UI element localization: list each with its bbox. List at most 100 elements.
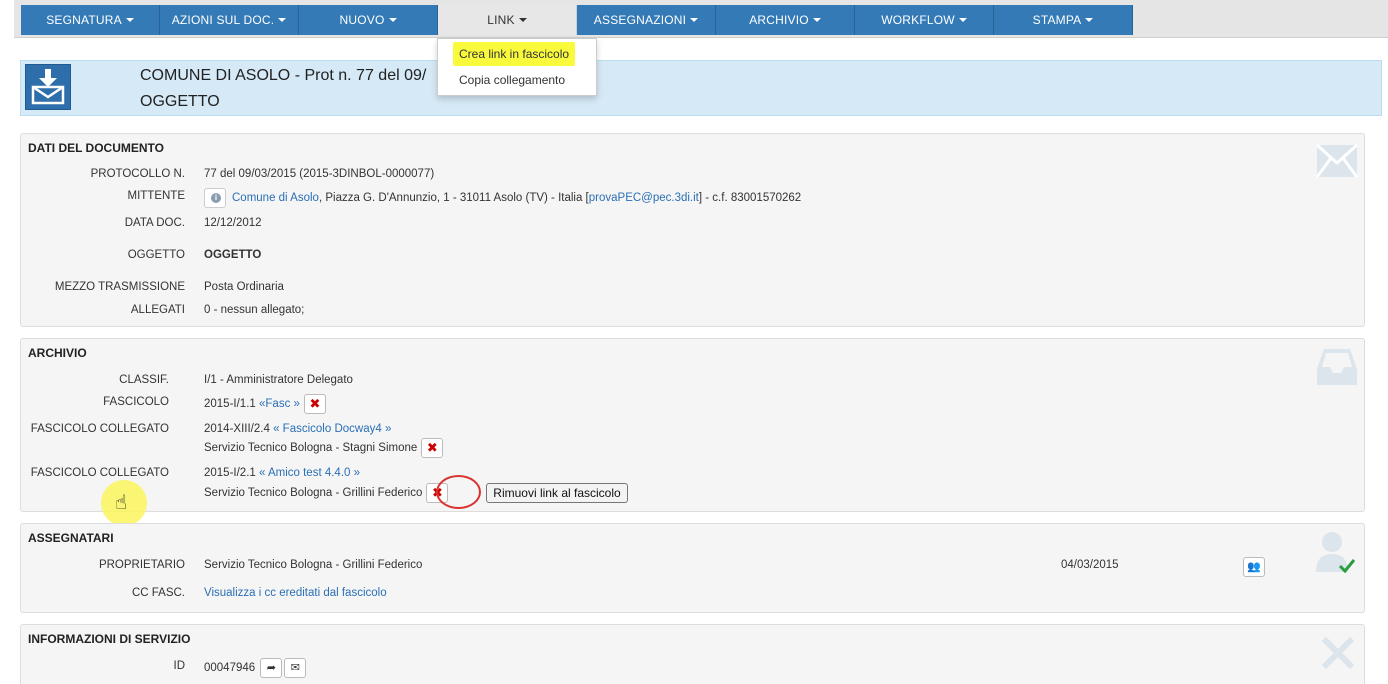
nav-azioni[interactable]: AZIONI SUL DOC. xyxy=(160,5,299,35)
value-collegato-1: 2014-XIII/2.4 « Fascicolo Docway4 » xyxy=(204,423,391,435)
caret-down-icon xyxy=(518,18,527,22)
panel-title: INFORMAZIONI DI SERVIZIO xyxy=(28,632,191,646)
inbox-download-icon xyxy=(25,64,71,110)
nav-segnatura[interactable]: SEGNATURA xyxy=(21,5,160,35)
nav-label: ARCHIVIO xyxy=(749,13,809,27)
value-data-doc: 12/12/2012 xyxy=(204,217,262,229)
link-collegato-1[interactable]: Fascicolo Docway4 xyxy=(283,423,382,435)
caret-down-icon xyxy=(690,18,699,22)
value-oggetto: OGGETTO xyxy=(204,249,262,261)
inbox-tray-icon xyxy=(1316,347,1358,390)
main-nav: SEGNATURA AZIONI SUL DOC. NUOVO LINK ASS… xyxy=(21,5,1133,35)
link-cc-ereditati[interactable]: Visualizza i cc ereditati dal fascicolo xyxy=(204,587,387,599)
label-protocollo: PROTOCOLLO N. xyxy=(90,168,185,180)
caret-down-icon xyxy=(125,18,134,22)
user-check-icon xyxy=(1314,530,1358,577)
page-subtitle: OGGETTO xyxy=(140,93,220,110)
label-fascicolo: FASCICOLO xyxy=(103,396,169,408)
link-pec[interactable]: provaPEC@pec.3di.it xyxy=(589,192,699,204)
value-classif: I/1 - Amministratore Delegato xyxy=(204,374,353,386)
caret-down-icon xyxy=(1085,18,1094,22)
group-users-button[interactable]: 👥 xyxy=(1241,557,1265,577)
value-fascicolo: 2015-I/1.1 «Fasc » ✖ xyxy=(204,394,326,414)
panel-assegnatari: ASSEGNATARI PROPRIETARIO Servizio Tecnic… xyxy=(20,523,1365,613)
value-mittente: i Comune di Asolo, Piazza G. D'Annunzio, … xyxy=(204,188,801,208)
panel-title: ARCHIVIO xyxy=(28,346,87,360)
link-bracket: « xyxy=(273,423,280,435)
link-bracket: » xyxy=(353,467,361,479)
nav-label: AZIONI SUL DOC. xyxy=(171,13,275,27)
value-collegato-2: 2015-I/2.1 « Amico test 4.4.0 » xyxy=(204,467,360,479)
collegato-owner: Servizio Tecnico Bologna - Grillini Fede… xyxy=(204,487,423,500)
envelope-icon[interactable]: ✉ xyxy=(284,658,307,678)
label-classif: CLASSIF. xyxy=(119,374,169,386)
collegato-code: 2015-I/2.1 xyxy=(204,467,256,479)
nav-stampa[interactable]: STAMPA xyxy=(994,5,1133,35)
proprietario-date: 04/03/2015 xyxy=(1061,559,1119,571)
info-icon[interactable]: i xyxy=(204,188,226,208)
nav-nuovo[interactable]: NUOVO xyxy=(299,5,438,35)
hand-pointer-icon: ☝ xyxy=(115,492,128,514)
page-title: COMUNE DI ASOLO - Prot n. 77 del 09/ xyxy=(140,67,427,84)
label-id: ID xyxy=(173,660,186,672)
nav-label: ASSEGNAZIONI xyxy=(593,13,687,27)
label-mittente: MITTENTE xyxy=(127,190,186,202)
remove-fascicolo-icon[interactable]: ✖ xyxy=(303,394,326,414)
tools-icon xyxy=(1318,633,1358,676)
nav-label: STAMPA xyxy=(1032,13,1082,27)
label-mezzo: MEZZO TRASMISSIONE xyxy=(54,281,185,293)
document-header: COMUNE DI ASOLO - Prot n. 77 del 09/ OGG… xyxy=(20,60,1382,116)
nav-archivio[interactable]: ARCHIVIO xyxy=(716,5,855,35)
menu-item-copia-collegamento[interactable]: Copia collegamento xyxy=(438,73,596,87)
fascicolo-code: 2015-I/1.1 xyxy=(204,398,256,411)
nav-label: NUOVO xyxy=(339,13,385,27)
menu-item-crea-link[interactable]: Crea link in fascicolo xyxy=(438,42,596,66)
mittente-cf: ] - c.f. 83001570262 xyxy=(698,192,802,205)
caret-down-icon xyxy=(388,18,397,22)
nav-label: SEGNATURA xyxy=(46,13,122,27)
value-proprietario: Servizio Tecnico Bologna - Grillini Fede… xyxy=(204,559,423,571)
caret-down-icon xyxy=(278,18,287,22)
nav-link[interactable]: LINK xyxy=(438,5,577,35)
envelope-icon xyxy=(1315,143,1359,181)
panel-informazioni-servizio: INFORMAZIONI DI SERVIZIO ID 00047946 ➦ ✉ xyxy=(20,624,1365,684)
label-fascicolo-collegato: FASCICOLO COLLEGATO xyxy=(30,467,169,479)
caret-down-icon xyxy=(812,18,821,22)
value-allegati: 0 - nessun allegato; xyxy=(204,304,305,316)
nav-assegnazioni[interactable]: ASSEGNAZIONI xyxy=(577,5,716,35)
link-bracket: « xyxy=(259,467,266,479)
caret-down-icon xyxy=(958,18,967,22)
panel-title: DATI DEL DOCUMENTO xyxy=(28,141,165,155)
nav-label: WORKFLOW xyxy=(881,13,955,27)
link-dropdown-menu: Crea link in fascicolo Copia collegament… xyxy=(437,38,597,96)
label-proprietario: PROPRIETARIO xyxy=(98,559,185,571)
link-fascicolo[interactable]: «Fasc » xyxy=(259,398,300,410)
link-collegato-2[interactable]: Amico test 4.4.0 xyxy=(268,467,350,479)
collegato-owner: Servizio Tecnico Bologna - Stagni Simone xyxy=(204,442,418,455)
value-protocollo: 77 del 09/03/2015 (2015-3DINBOL-0000077) xyxy=(204,168,435,180)
menu-item-label: Copia collegamento xyxy=(459,73,566,87)
collegato-code: 2014-XIII/2.4 xyxy=(204,423,270,435)
annotation-circle xyxy=(436,475,481,509)
panel-dati-documento: DATI DEL DOCUMENTO PROTOCOLLO N. 77 del … xyxy=(20,133,1365,327)
label-fascicolo-collegato: FASCICOLO COLLEGATO xyxy=(30,423,169,435)
mittente-address: , Piazza G. D'Annunzio, 1 - 31011 Asolo … xyxy=(318,192,589,205)
share-icon[interactable]: ➦ xyxy=(260,658,283,678)
remove-link-icon[interactable]: ✖ xyxy=(421,438,444,458)
id-number: 00047946 xyxy=(204,662,256,675)
label-oggetto: OGGETTO xyxy=(127,249,185,261)
value-collegato-2-owner: Servizio Tecnico Bologna - Grillini Fede… xyxy=(204,483,449,503)
label-allegati: ALLEGATI xyxy=(130,304,185,316)
menu-item-label: Crea link in fascicolo xyxy=(453,42,576,66)
nav-label: LINK xyxy=(487,13,515,27)
nav-workflow[interactable]: WORKFLOW xyxy=(855,5,994,35)
remove-link-tooltip: Rimuovi link al fascicolo xyxy=(486,483,628,503)
value-collegato-1-owner: Servizio Tecnico Bologna - Stagni Simone… xyxy=(204,438,444,458)
link-bracket: » xyxy=(384,423,392,435)
label-cc: CC FASC. xyxy=(131,587,185,599)
link-mittente[interactable]: Comune di Asolo xyxy=(232,192,319,204)
label-data-doc: DATA DOC. xyxy=(124,217,185,229)
panel-title: ASSEGNATARI xyxy=(28,531,114,545)
value-mezzo: Posta Ordinaria xyxy=(204,281,284,293)
panel-archivio: ARCHIVIO CLASSIF. I/1 - Amministratore D… xyxy=(20,338,1365,512)
